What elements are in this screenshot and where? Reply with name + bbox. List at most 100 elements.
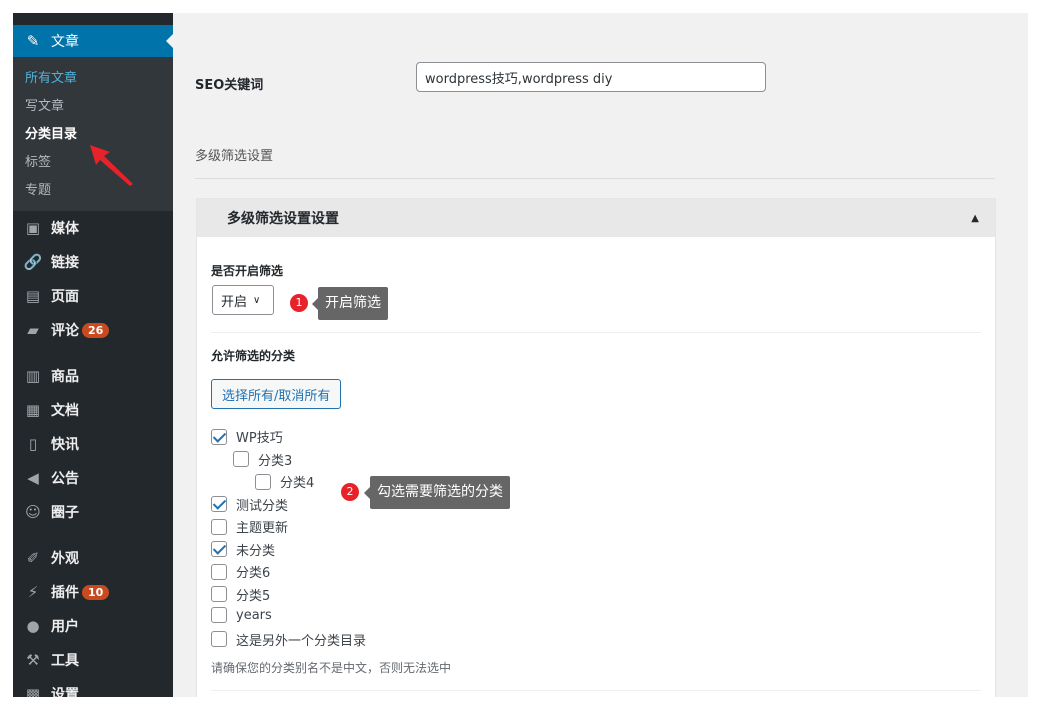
sidebar-item-link[interactable]: 🔗 链接 [13,245,173,279]
category-checkbox-row[interactable]: 未分类 [211,540,275,559]
sidebar-item-label: 链接 [51,255,79,271]
wp-admin-window: ✎ 文章 所有文章 写文章 分类目录 标签 专题 ▣ 媒体 🔗 链接 ▤ 页面 ▰ 评论 26 ▥ 商… [13,13,1028,697]
category-label: 未分类 [236,543,276,559]
allowed-categories-label: 允许筛选的分类 [211,349,296,363]
products-icon: ▥ [25,367,41,385]
sidebar-item-megaphone[interactable]: ◀ 公告 [13,461,173,495]
sidebar-item-wrench[interactable]: ⚒ 工具 [13,643,173,677]
admin-sidebar: ✎ 文章 所有文章 写文章 分类目录 标签 专题 ▣ 媒体 🔗 链接 ▤ 页面 ▰ 评论 26 ▥ 商… [13,13,173,697]
sidebar-item-news[interactable]: ▯ 快讯 [13,427,173,461]
checkbox[interactable] [211,518,227,535]
count-badge: 26 [82,322,110,338]
checkbox[interactable] [211,631,227,647]
category-checkbox-row[interactable]: 分类5 [211,585,270,604]
section-title: 多级筛选设置 [195,149,274,164]
category-label: 分类6 [236,566,271,581]
sidebar-item-label: 文章 [51,34,79,50]
annotation-marker-1: 1 [290,294,308,312]
divider [195,178,995,179]
user-icon: ● [26,617,40,635]
enable-filter-label: 是否开启筛选 [211,264,284,278]
category-checkbox-row[interactable]: 主题更新 [211,517,288,536]
category-label: 分类5 [236,588,271,604]
category-label: 主题更新 [236,521,289,536]
sidebar-item-media[interactable]: ▣ 媒体 [13,211,173,245]
sidebar-item-label: 文档 [51,403,79,419]
sidebar-item-settings[interactable]: ▩ 设置 [13,677,173,697]
checkbox[interactable] [255,473,271,490]
checkbox[interactable] [211,428,227,445]
category-note: 请确保您的分类别名不是中文，否则无法选中 [211,661,452,675]
seo-keywords-label: SEO关键词 [195,78,264,93]
annotation-marker-2: 2 [341,483,359,501]
sidebar-item-products[interactable]: ▥ 商品 [13,359,173,393]
plugin-icon: ⚡ [27,583,39,601]
wrench-icon: ⚒ [26,651,40,669]
sidebar-item-label: 公告 [51,471,79,487]
filter-settings-panel: 多级筛选设置设置 ▲ 是否开启筛选 开启 ∨ 允许筛选的分类 选择所有/取消所有 W… [196,198,996,697]
sidebar-item-label: 快讯 [51,437,79,453]
link-icon: 🔗 [23,253,43,271]
select-value: 开启 [221,294,248,310]
annotation-tooltip-1: 开启筛选 [312,287,388,320]
select-all-button[interactable]: 选择所有/取消所有 [211,379,342,409]
category-checkbox-row[interactable]: years [211,607,272,623]
sidebar-item-label: 页面 [51,289,79,305]
category-checkbox-row[interactable]: WP技巧 [211,427,283,446]
divider [211,332,981,333]
category-checkbox-row[interactable]: 分类4 [255,472,314,491]
red-arrow-annotation [90,145,133,186]
category-label: years [236,607,272,623]
checkbox[interactable] [211,541,227,557]
checkbox[interactable] [211,496,227,512]
sidebar-item-appearance[interactable]: ✐ 外观 [13,541,173,575]
sidebar-item-plugin[interactable]: ⚡ 插件 10 [13,575,173,609]
menu-separator [13,347,173,359]
submenu-new-post[interactable]: 写文章 [13,93,173,121]
category-label: WP技巧 [236,431,283,446]
submenu-all-posts[interactable]: 所有文章 [13,65,173,93]
enable-filter-select[interactable]: 开启 ∨ [212,285,274,315]
category-label: 分类4 [280,476,315,491]
seo-keywords-input[interactable] [416,62,766,92]
sidebar-item-label: 外观 [51,551,79,567]
appearance-icon: ✐ [26,549,40,567]
category-checkbox-row[interactable]: 测试分类 [211,495,288,514]
count-badge: 10 [82,584,110,600]
divider [211,690,981,691]
panel-title: 多级筛选设置设置 [227,211,339,227]
category-checkbox-row[interactable]: 这是另外一个分类目录 [211,630,366,649]
category-label: 测试分类 [236,498,289,514]
sidebar-item-posts[interactable]: ✎ 文章 [13,25,173,57]
category-checkbox-row[interactable]: 分类6 [211,562,270,581]
checkbox[interactable] [211,586,227,602]
category-checkbox-row[interactable]: 分类3 [233,450,292,469]
sidebar-item-label: 圈子 [51,505,79,521]
sidebar-item-label: 工具 [51,653,79,669]
category-label: 分类3 [258,453,293,469]
checkbox[interactable] [211,563,227,580]
sidebar-item-label: 设置 [51,687,79,697]
sidebar-top [13,13,173,25]
sidebar-item-comment[interactable]: ▰ 评论 26 [13,313,173,347]
community-icon: ☺ [25,503,41,521]
sidebar-item-label: 插件 [51,585,79,601]
chevron-down-icon: ∨ [253,294,261,306]
annotation-tooltip-2: 勾选需要筛选的分类 [364,476,510,509]
sidebar-item-community[interactable]: ☺ 圈子 [13,495,173,529]
settings-icon: ▩ [25,685,41,697]
sidebar-item-label: 商品 [51,369,79,385]
sidebar-item-docs[interactable]: ▦ 文档 [13,393,173,427]
pages-icon: ▤ [25,287,41,305]
panel-header[interactable]: 多级筛选设置设置 ▲ [197,199,995,237]
comment-icon: ▰ [27,321,39,339]
checkbox[interactable] [211,607,227,623]
sidebar-item-user[interactable]: ● 用户 [13,609,173,643]
sidebar-item-pages[interactable]: ▤ 页面 [13,279,173,313]
collapse-triangle-icon[interactable]: ▲ [971,213,979,224]
pin-icon: ✎ [26,32,40,50]
docs-icon: ▦ [25,401,41,419]
news-icon: ▯ [28,435,38,453]
checkbox[interactable] [233,451,249,467]
sidebar-item-label: 用户 [51,619,79,635]
